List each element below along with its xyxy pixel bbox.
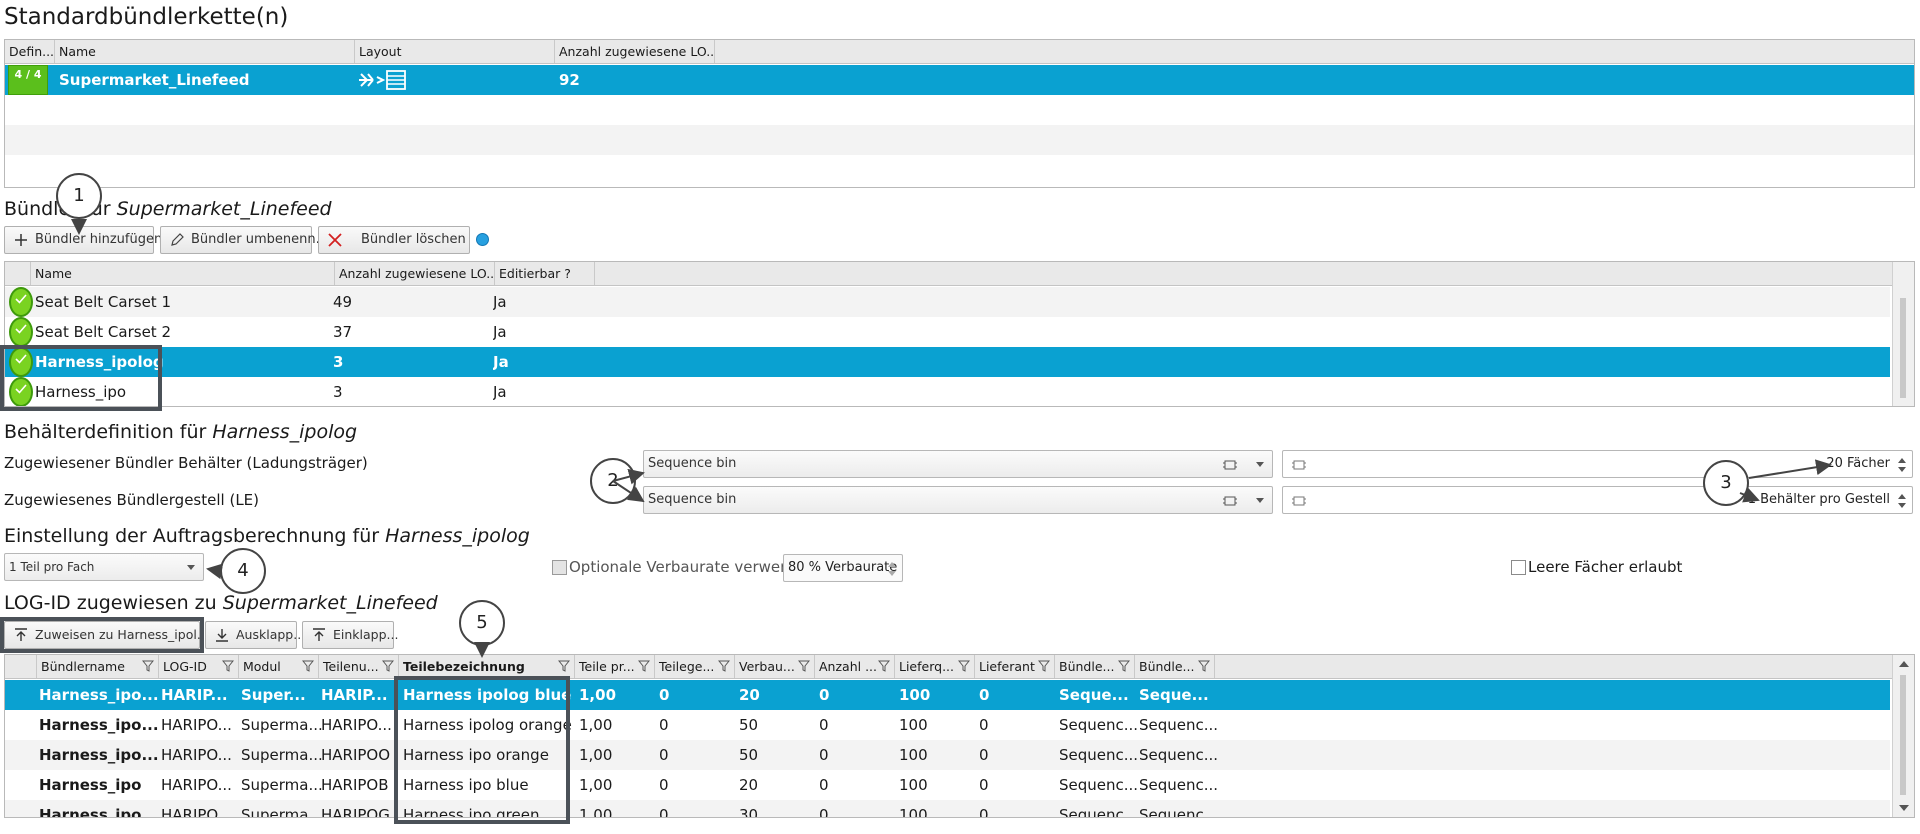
callout-arrows bbox=[71, 219, 1832, 658]
